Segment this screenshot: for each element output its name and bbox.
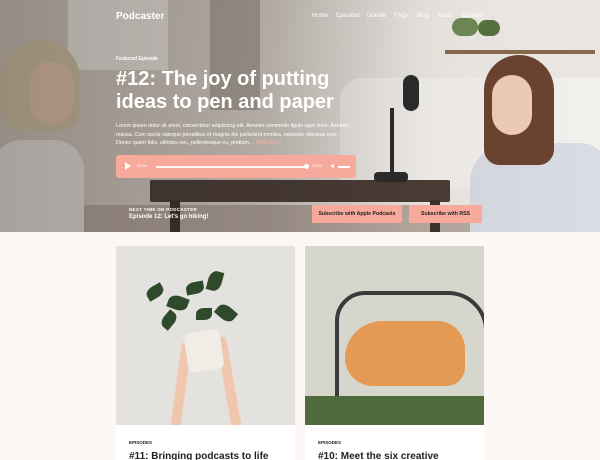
episode-card-image[interactable]: [305, 246, 484, 425]
next-episode-label: NEXT TIME ON PODCASTER: [129, 207, 198, 212]
player-progress-handle[interactable]: [304, 164, 309, 169]
episode-title[interactable]: #12: The joy of putting ideas to pen and…: [116, 68, 376, 114]
subscribe-rss-button[interactable]: Subscribe with RSS: [409, 205, 482, 223]
card-category[interactable]: EPISODES: [129, 440, 152, 445]
nav-blog[interactable]: Blog: [417, 13, 429, 19]
audio-player: 00:00 00:00: [116, 155, 356, 178]
player-progress-track[interactable]: [156, 166, 306, 168]
episode-excerpt: Lorem ipsum dolor sit amet, consectetur …: [116, 122, 354, 148]
site-logo[interactable]: Podcaster: [116, 11, 164, 22]
episode-card[interactable]: EPISODES #10: Meet the six creative: [305, 246, 484, 460]
subscribe-apple-button[interactable]: Subscribe with Apple Podcasts: [312, 205, 402, 223]
read-more-link[interactable]: Read More: [256, 140, 282, 146]
nav-donate[interactable]: Donate: [367, 13, 386, 19]
next-episode-title: Episode 12: Let's go hiking!: [129, 214, 209, 220]
nav-episodes[interactable]: Episodes: [336, 13, 361, 19]
excerpt-text: Lorem ipsum dolor sit amet, consectetur …: [116, 123, 349, 146]
play-icon[interactable]: [125, 162, 131, 170]
nav-contact[interactable]: Contact: [462, 13, 483, 19]
episode-card-image[interactable]: [116, 246, 295, 425]
player-duration: 00:00: [312, 163, 323, 168]
nav-faqs[interactable]: FAQs: [394, 13, 409, 19]
volume-icon[interactable]: [331, 163, 337, 169]
volume-slider[interactable]: [338, 166, 350, 168]
episode-card[interactable]: EPISODES #11: Bringing podcasts to life: [116, 246, 295, 460]
nav-home[interactable]: Home: [312, 13, 328, 19]
nav-about[interactable]: About: [437, 13, 453, 19]
player-current-time: 00:00: [137, 163, 148, 168]
card-category[interactable]: EPISODES: [318, 440, 341, 445]
featured-episode-label: Featured Episode: [116, 56, 158, 62]
card-title[interactable]: #11: Bringing podcasts to life: [129, 451, 268, 460]
card-title[interactable]: #10: Meet the six creative: [318, 451, 439, 460]
top-navigation: Podcaster Home Episodes Donate FAQs Blog…: [0, 0, 600, 36]
